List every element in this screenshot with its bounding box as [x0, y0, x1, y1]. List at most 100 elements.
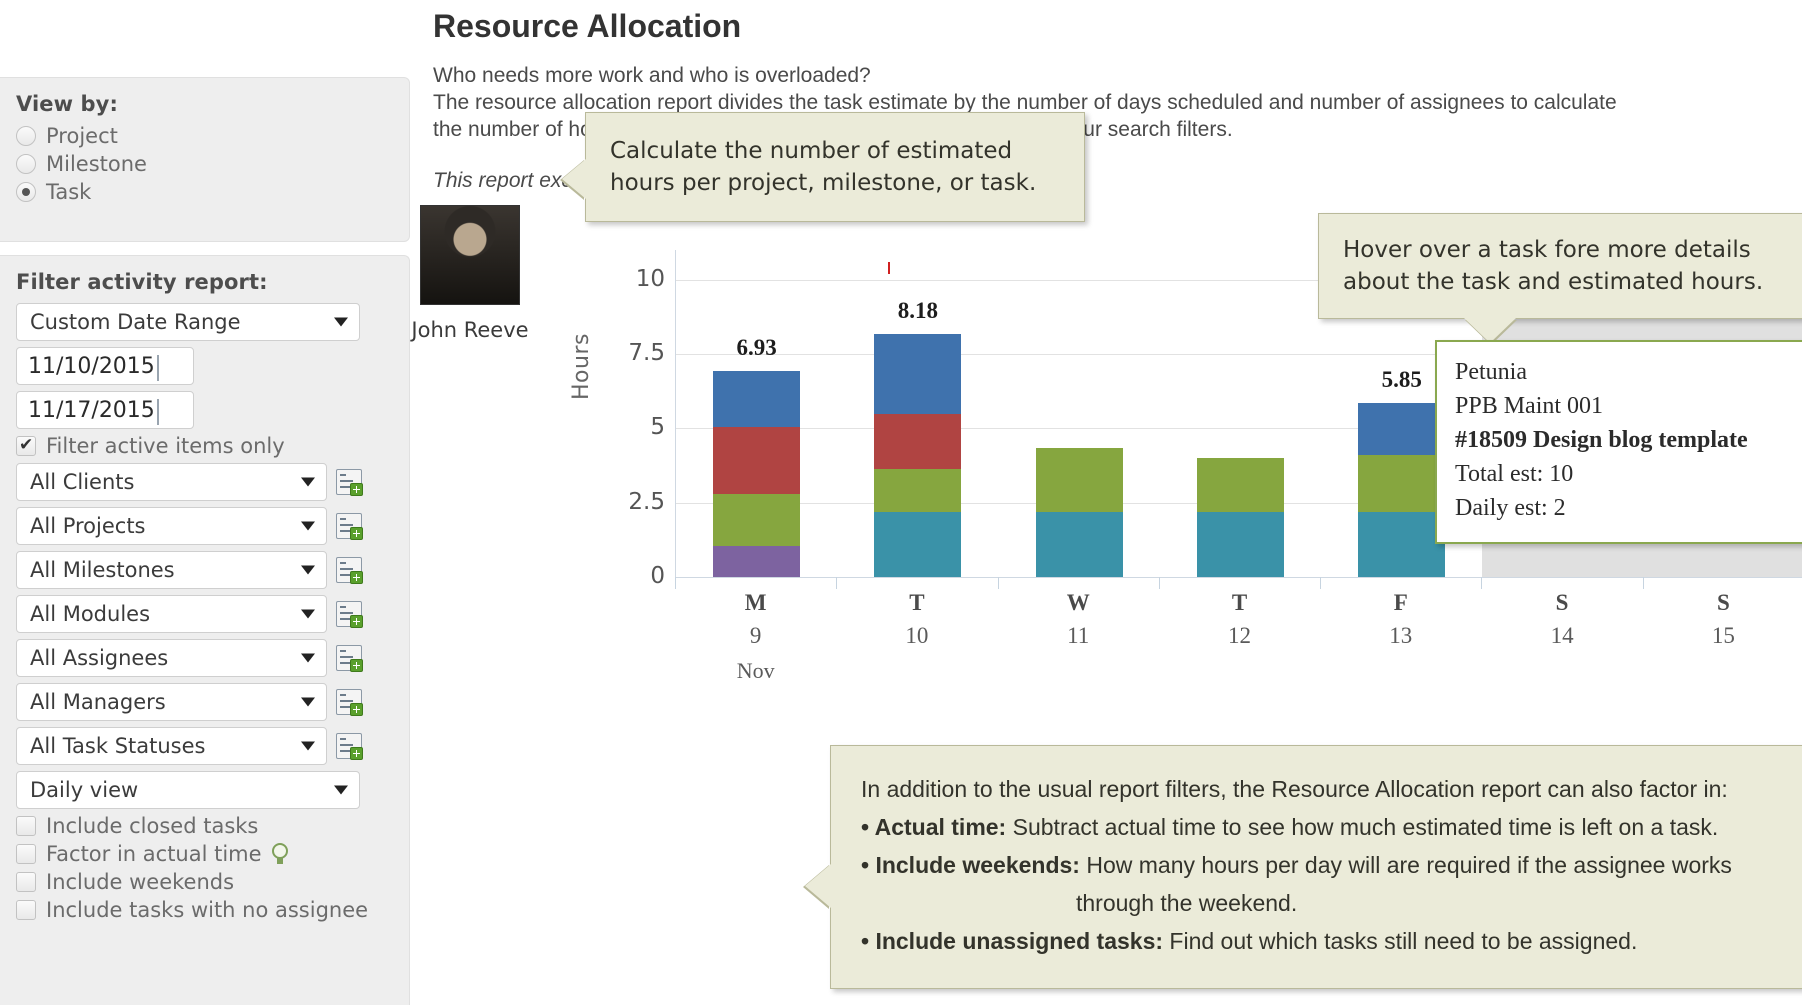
- x-day-number: 15: [1711, 623, 1735, 648]
- bar-segment-teal[interactable]: [874, 511, 962, 577]
- radio-project-label: Project: [46, 124, 118, 148]
- assignee-block: John Reeve: [385, 205, 555, 342]
- bar-segment-red[interactable]: [874, 413, 962, 469]
- tooltip-total-est: Total est: 10: [1455, 461, 1574, 487]
- all-modules-value: All Modules: [30, 602, 151, 626]
- x-day-letter: M: [744, 590, 767, 615]
- radio-milestone-icon[interactable]: [16, 154, 36, 174]
- all-task-statuses-select[interactable]: All Task Statuses: [16, 727, 327, 765]
- date-to-row: 11/17/2015: [0, 388, 409, 432]
- checkbox-icon[interactable]: [16, 872, 36, 892]
- page-title: Resource Allocation: [433, 8, 742, 44]
- radio-project-icon[interactable]: [16, 126, 36, 146]
- checkbox-include-tasks-no-assignee[interactable]: Include tasks with no assignee: [0, 896, 409, 924]
- radio-option-project[interactable]: Project: [0, 122, 409, 150]
- bar-total-label: 8.18: [897, 297, 939, 323]
- intro-line-1: Who needs more work and who is overloade…: [433, 64, 871, 87]
- chevron-down-icon: [301, 521, 315, 531]
- all-assignees-select[interactable]: All Assignees: [16, 639, 327, 677]
- x-axis-label: M9: [696, 590, 816, 649]
- chart-bar[interactable]: [1358, 403, 1446, 577]
- tooltip-client: Petunia: [1455, 359, 1527, 385]
- filters-tip-intro: In addition to the usual report filters,…: [861, 776, 1728, 802]
- checkbox-factor-in-actual-time[interactable]: Factor in actual time: [0, 840, 409, 868]
- x-day-letter: F: [1393, 590, 1408, 615]
- filters-tip-bullet-1: • Actual time: Subtract actual time to s…: [861, 808, 1802, 846]
- checkbox-icon[interactable]: [16, 816, 36, 836]
- tooltip-daily-est: Daily est: 2: [1455, 495, 1566, 521]
- checkbox-icon[interactable]: [16, 434, 36, 456]
- add-client-icon[interactable]: [336, 469, 363, 496]
- callout-tip-line-2: hours per project, milestone, or task.: [610, 170, 1037, 196]
- all-clients-select[interactable]: All Clients: [16, 463, 327, 501]
- calendar-icon[interactable]: [157, 399, 185, 425]
- checkbox-icon[interactable]: [16, 844, 36, 864]
- tooltip-task: #18509 Design blog template: [1455, 427, 1748, 453]
- checkbox-include-weekends[interactable]: Include weekends: [0, 868, 409, 896]
- date-from-input[interactable]: 11/10/2015: [16, 347, 194, 385]
- radio-option-task[interactable]: Task: [0, 178, 409, 206]
- x-day-number: 10: [905, 623, 929, 648]
- view-by-panel: View by: Project Milestone Task: [0, 77, 410, 242]
- all-projects-select[interactable]: All Projects: [16, 507, 327, 545]
- checkbox-label: Include closed tasks: [46, 814, 259, 838]
- chart-bar[interactable]: [1035, 447, 1123, 577]
- add-module-icon[interactable]: [336, 601, 363, 628]
- all-modules-select[interactable]: All Modules: [16, 595, 327, 633]
- calendar-icon[interactable]: [157, 355, 185, 381]
- x-axis-label: T 10: [857, 590, 977, 649]
- radio-option-milestone[interactable]: Milestone: [0, 150, 409, 178]
- assignee-name: John Reeve: [411, 318, 529, 342]
- add-assignee-icon[interactable]: [336, 645, 363, 672]
- checkbox-filter-active-only[interactable]: Filter active items only: [0, 432, 409, 460]
- chart-bar[interactable]: [1197, 458, 1284, 577]
- daily-view-value: Daily view: [30, 778, 139, 802]
- all-managers-select[interactable]: All Managers: [16, 683, 327, 721]
- bar-segment-blue[interactable]: [713, 371, 801, 427]
- bar-segment-teal[interactable]: [1197, 511, 1284, 577]
- callout-hover-line-1: Hover over a task fore more details: [1343, 237, 1751, 263]
- bar-segment-purple[interactable]: [713, 545, 801, 577]
- date-range-row: Custom Date Range: [0, 300, 409, 344]
- bar-segment-green[interactable]: [1197, 458, 1284, 512]
- checkbox-icon[interactable]: [16, 900, 36, 920]
- bullet-3-text: Find out which tasks still need to be as…: [1163, 928, 1638, 954]
- bar-segment-red[interactable]: [713, 426, 801, 494]
- add-milestone-icon[interactable]: [336, 557, 363, 584]
- add-manager-icon[interactable]: [336, 689, 363, 716]
- all-assignees-value: All Assignees: [30, 646, 169, 670]
- bar-segment-green[interactable]: [874, 468, 962, 512]
- callout-tail: [805, 864, 831, 908]
- bar-segment-blue[interactable]: [1358, 403, 1446, 456]
- all-milestones-select[interactable]: All Milestones: [16, 551, 327, 589]
- bar-segment-green[interactable]: [1358, 455, 1446, 512]
- daily-view-select[interactable]: Daily view: [16, 771, 360, 809]
- add-task-status-icon[interactable]: [336, 733, 363, 760]
- managers-filter-row: All Managers: [0, 680, 409, 724]
- x-tick: [1481, 577, 1483, 589]
- bar-segment-green[interactable]: [1035, 447, 1123, 512]
- chevron-down-icon: [301, 697, 315, 707]
- date-range-value: Custom Date Range: [30, 310, 241, 334]
- milestones-filter-row: All Milestones: [0, 548, 409, 592]
- date-to-input[interactable]: 11/17/2015: [16, 391, 194, 429]
- x-tick: [1320, 577, 1322, 589]
- bar-segment-blue[interactable]: [874, 333, 962, 414]
- bar-segment-teal[interactable]: [1035, 511, 1123, 577]
- filter-panel-title: Filter activity report:: [16, 270, 268, 294]
- bar-segment-green[interactable]: [713, 493, 801, 546]
- chart-bar[interactable]: [874, 333, 962, 577]
- checkbox-include-closed-tasks[interactable]: Include closed tasks: [0, 812, 409, 840]
- date-range-select[interactable]: Custom Date Range: [16, 303, 360, 341]
- x-axis-label: S 14: [1502, 590, 1622, 649]
- filters-tip-bullet-3: • Include unassigned tasks: Find out whi…: [861, 922, 1802, 960]
- add-project-icon[interactable]: [336, 513, 363, 540]
- checkbox-label: Filter active items only: [46, 434, 285, 458]
- bar-segment-teal[interactable]: [1358, 511, 1446, 577]
- lightbulb-icon[interactable]: [271, 843, 288, 865]
- radio-task-icon[interactable]: [16, 182, 36, 202]
- chart-bar[interactable]: [713, 371, 801, 577]
- x-tick: [1158, 577, 1160, 589]
- x-day-letter: W: [1066, 590, 1090, 615]
- view-mode-row: Daily view: [0, 768, 409, 812]
